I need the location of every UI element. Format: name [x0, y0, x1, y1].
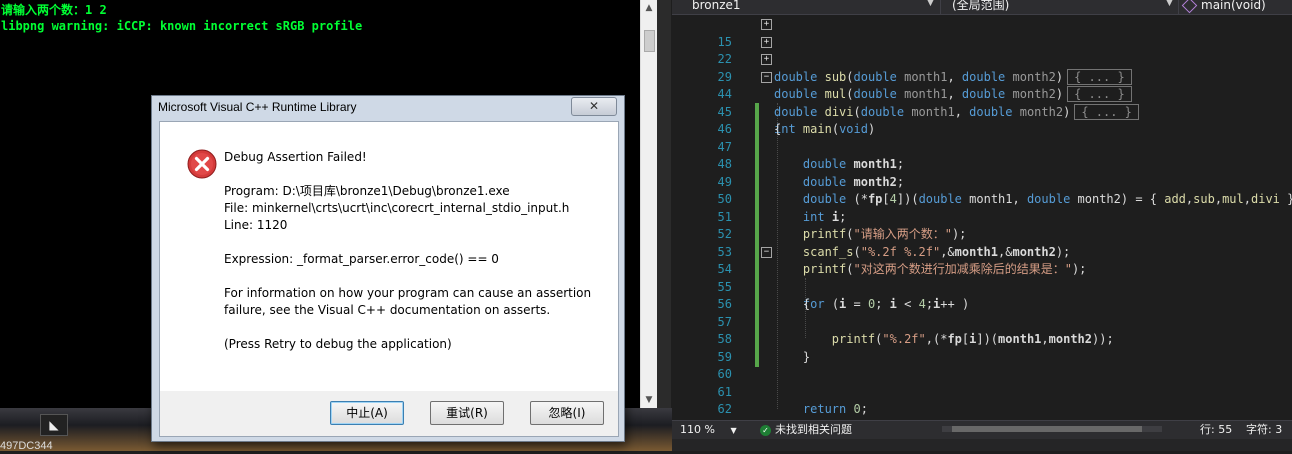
method-icon [1181, 0, 1198, 14]
runtime-error-dialog: Microsoft Visual C++ Runtime Library ✕ D… [151, 95, 625, 442]
chevron-down-icon[interactable]: ▼ [1166, 0, 1173, 8]
console-scrollbar[interactable]: ▲ ▼ [640, 0, 657, 408]
code-line: 56 [672, 279, 1292, 311]
member-label: main(void) [1201, 0, 1266, 12]
console-line-warning: libpng warning: iCCP: known incorrect sR… [1, 19, 363, 33]
code-line: 58 } [672, 314, 1292, 364]
window-gap [657, 0, 671, 451]
cursor-col: 字符: 3 [1246, 423, 1283, 436]
line-number: Line: 1120 [224, 218, 288, 232]
issues-label: 未找到相关问题 [775, 423, 852, 436]
code-line: 52 scanf_s("%.2f %.2f",&month1,&month2); [672, 209, 1292, 259]
code-line: 49 double (*fp[4])(double month1, double… [672, 156, 1292, 207]
code-line: 61 return 0; [672, 366, 1292, 417]
scope-dropdown[interactable]: (全局范围) [952, 0, 1009, 13]
panel-divider [672, 439, 1292, 451]
dialog-footer: 中止(A) 重试(R) 忽略(I) [159, 391, 619, 437]
code-line: 46 [672, 104, 1292, 136]
expand-icon[interactable]: + [761, 54, 772, 65]
dialog-message: Debug Assertion Failed! Program: D:\项目库\… [224, 149, 604, 370]
program-path: Program: D:\项目库\bronze1\Debug\bronze1.ex… [224, 184, 510, 198]
code-line: 45 { [672, 86, 1292, 137]
code-line: 59 [672, 331, 1292, 364]
nav-divider [1178, 0, 1179, 14]
code-line: 60 [672, 349, 1292, 381]
chevron-down-icon: ▼ [730, 426, 737, 435]
collapse-icon[interactable]: − [761, 71, 772, 83]
desktop-app-icon[interactable]: ◣ [40, 414, 68, 436]
dialog-titlebar[interactable]: Microsoft Visual C++ Runtime Library ✕ [152, 96, 624, 120]
code-editor: bronze1 ▼ (全局范围) ▼ main(void) 15 + doubl… [672, 0, 1292, 451]
project-dropdown[interactable]: bronze1 [692, 0, 741, 13]
code-line: 44 − int main(void) [672, 69, 1292, 136]
assert-expression: Expression: _format_parser.error_code() … [224, 252, 499, 266]
code-line: 22 + double mul(double month1, double mo… [672, 34, 1292, 102]
code-line: 50 int i; [672, 174, 1292, 224]
code-line: 55 { [672, 261, 1292, 312]
info-text-2: failure, see the Visual C++ documentatio… [224, 303, 551, 317]
code-line: 15 + double sub(double month1, double mo… [672, 16, 1292, 85]
code-line: 54 − for (i = 0; i < 4;i++ ) [672, 244, 1292, 311]
code-line: 29 + double divi(double month1, double m… [672, 51, 1292, 120]
navigation-bar: bronze1 ▼ (全局范围) ▼ main(void) [672, 0, 1292, 15]
assert-heading: Debug Assertion Failed! [224, 150, 367, 164]
line-number: 62 [717, 402, 732, 416]
issues-indicator[interactable]: ✓ 未找到相关问题 [760, 423, 852, 437]
scroll-down-arrow-icon[interactable]: ▼ [641, 392, 657, 408]
console-line-prompt: 请输入两个数：1 2 [1, 3, 107, 17]
retry-button[interactable]: 重试(R) [430, 401, 504, 425]
dialog-body: Debug Assertion Failed! Program: D:\项目库\… [159, 121, 619, 392]
code-line: 47 double month1; [672, 121, 1292, 172]
member-dropdown[interactable]: main(void) [1181, 0, 1266, 14]
code-area[interactable]: 15 + double sub(double month1, double mo… [672, 16, 1292, 434]
scroll-up-arrow-icon[interactable]: ▲ [641, 0, 657, 16]
nav-divider [940, 0, 941, 14]
file-path: File: minkernel\crts\ucrt\inc\corecrt_in… [224, 201, 570, 215]
horizontal-scrollbar[interactable] [942, 426, 1162, 432]
check-circle-icon: ✓ [760, 424, 771, 436]
code-line: 53 printf("对这两个数进行加减乘除后的结果是："); [672, 226, 1292, 277]
error-icon [187, 149, 217, 179]
desktop-label: 497DC344 [0, 440, 53, 452]
abort-button[interactable]: 中止(A) [330, 401, 404, 425]
code-line: 62 } [672, 384, 1292, 434]
zoom-dropdown[interactable]: 110 % ▼ [680, 423, 737, 438]
expand-icon[interactable]: + [761, 19, 772, 30]
chevron-down-icon[interactable]: ▼ [927, 0, 934, 8]
close-button[interactable]: ✕ [571, 97, 617, 116]
code-line: 51 printf("请输入两个数："); [672, 191, 1292, 242]
info-text-1: For information on how your program can … [224, 286, 592, 300]
dialog-title: Microsoft Visual C++ Runtime Library [158, 100, 357, 114]
scroll-thumb[interactable] [952, 426, 1142, 432]
code-line: 48 double month2; [672, 139, 1292, 189]
retry-hint: (Press Retry to debug the application) [224, 337, 452, 351]
expand-icon[interactable]: + [761, 36, 772, 48]
cursor-row: 行: 55 [1200, 423, 1233, 436]
code-line: 57 printf("%.2f",(*fp[i])(month1,month2)… [672, 296, 1292, 347]
collapse-icon[interactable]: − [761, 246, 772, 258]
editor-status-bar: 110 % ▼ ✓ 未找到相关问题 行: 55 字符: 3 [672, 420, 1292, 439]
ignore-button[interactable]: 忽略(I) [530, 401, 604, 425]
zoom-level: 110 % [680, 423, 715, 436]
scroll-thumb[interactable] [644, 30, 655, 52]
